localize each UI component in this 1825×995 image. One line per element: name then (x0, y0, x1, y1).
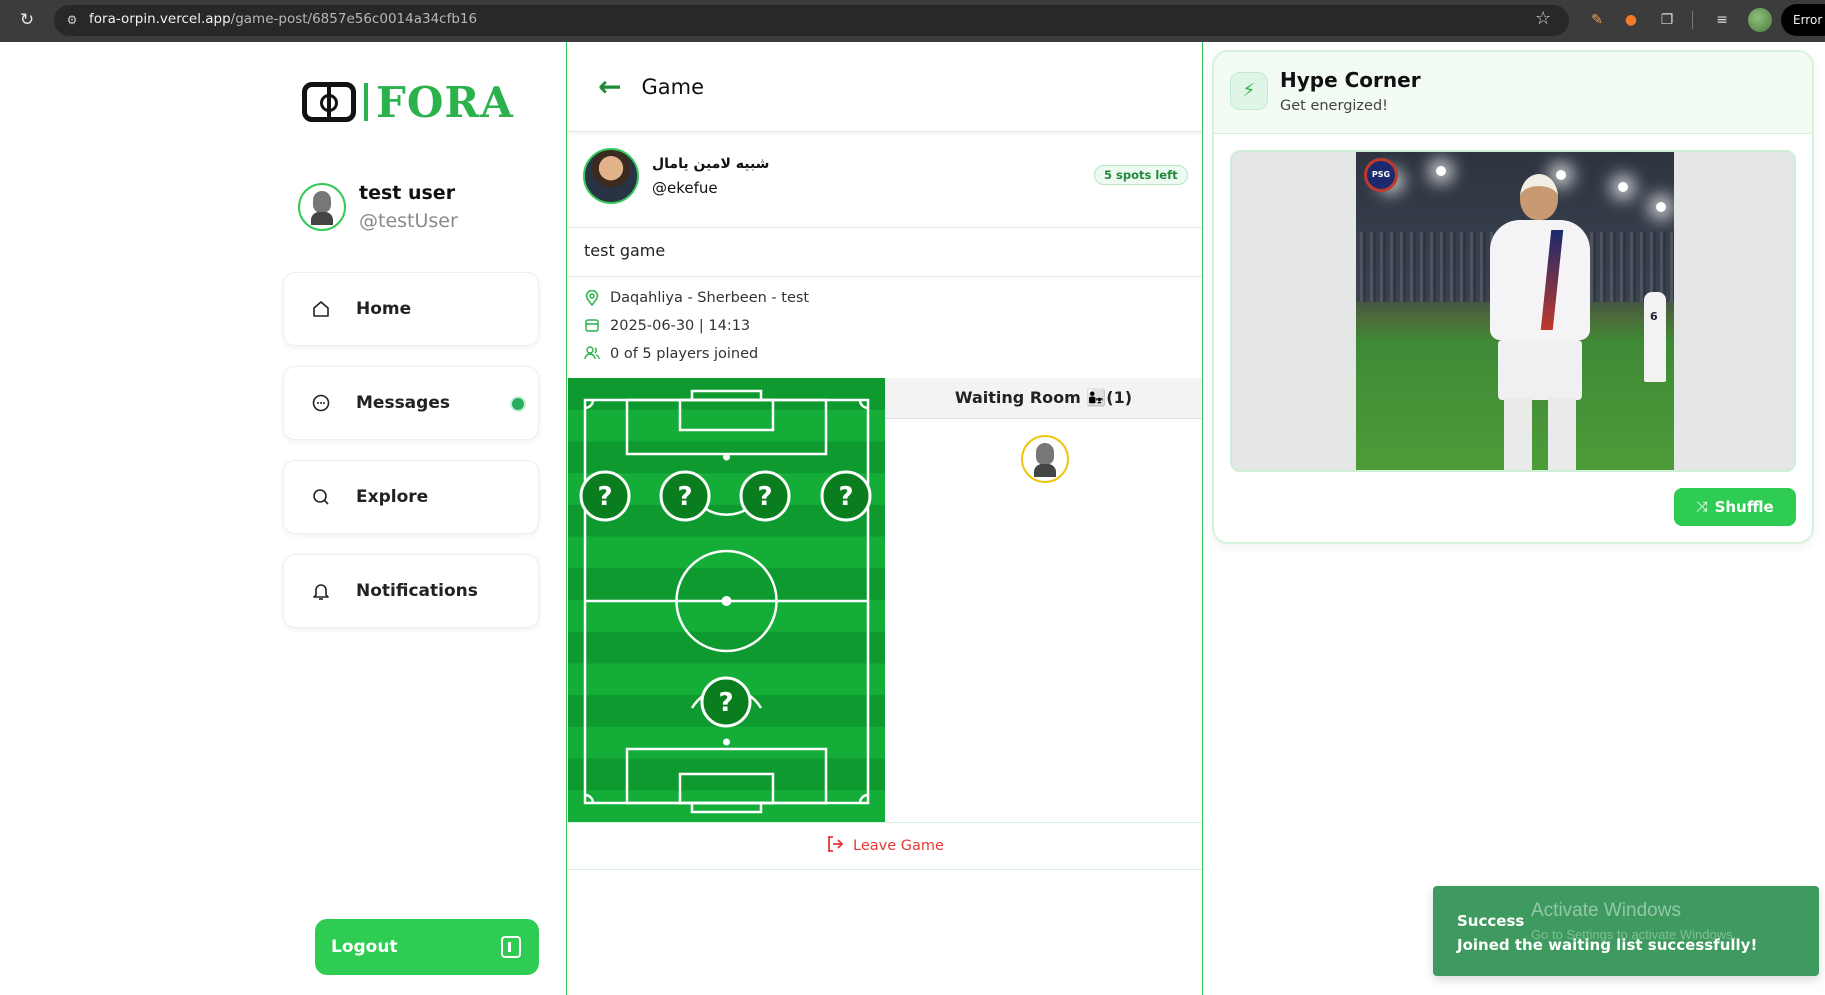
extensions-puzzle-icon[interactable]: ❐ (1656, 9, 1678, 31)
browser-toolbar: ↻ ⚙ fora-orpin.vercel.app/game-post/6857… (0, 0, 1825, 42)
waiting-player-avatar[interactable] (1021, 435, 1069, 483)
nav-item-explore[interactable]: Explore (283, 460, 539, 534)
logo-text: FORA (376, 77, 514, 127)
player-slot[interactable]: ? (739, 470, 791, 522)
slot-question-mark: ? (757, 482, 772, 512)
user-silhouette-icon (311, 189, 333, 225)
players-text: 0 of 5 players joined (610, 346, 759, 362)
pen-extension-icon[interactable]: ✎ (1586, 9, 1608, 31)
datetime-text: 2025-06-30 | 14:13 (610, 318, 751, 334)
game-header: ← Game (568, 42, 1202, 132)
logo-divider (364, 83, 368, 121)
pitch-logo-icon (302, 82, 356, 122)
player-slot[interactable]: ? (659, 470, 711, 522)
profile-avatar[interactable] (1748, 8, 1772, 32)
windows-watermark-title: Activate Windows (1531, 900, 1681, 921)
current-user[interactable]: test user @testUser (298, 182, 458, 232)
shuffle-button[interactable]: ⤨ Shuffle (1674, 488, 1796, 526)
page-title: Game (641, 74, 704, 99)
club-crest-icon: PSG (1364, 158, 1398, 192)
nav-item-messages[interactable]: Messages (283, 366, 539, 440)
background-player (1644, 292, 1666, 382)
hype-title: Hype Corner (1280, 68, 1421, 92)
leave-game-label: Leave Game (853, 838, 944, 854)
user-handle: @testUser (359, 210, 458, 232)
nav-item-home[interactable]: Home (283, 272, 539, 346)
player-slot[interactable]: ? (579, 470, 631, 522)
bell-icon (308, 578, 334, 604)
nav-label: Explore (356, 487, 429, 507)
nav-label: Notifications (356, 581, 478, 601)
user-name: test user (359, 182, 456, 204)
logout-icon (501, 936, 521, 958)
user-silhouette-icon (1034, 441, 1056, 477)
player-slot[interactable]: ? (820, 470, 872, 522)
logout-button[interactable]: Logout (315, 919, 539, 975)
hype-header: ⚡ Hype Corner Get energized! (1214, 52, 1812, 134)
unread-indicator (512, 398, 524, 410)
waiting-room: Waiting Room 👨‍👧(1) (885, 378, 1202, 822)
error-badge[interactable]: Error (1781, 4, 1825, 36)
player-figure (1480, 174, 1600, 470)
game-location: Daqahliya - Sherbeen - test (584, 289, 810, 307)
hype-subtitle: Get energized! (1280, 98, 1388, 114)
windows-watermark-subtitle: Go to Settings to activate Windows. (1531, 927, 1737, 942)
nav-label: Messages (356, 393, 450, 413)
hype-photo: PSG 6 (1356, 152, 1674, 470)
waiting-room-title: Waiting Room 👨‍👧(1) (885, 378, 1202, 419)
game-panel: ← Game شبيه لامين يامال @ekefue 5 spots … (568, 42, 1203, 995)
shuffle-icon: ⤨ (1696, 499, 1708, 515)
bookmark-star-icon[interactable]: ☆ (1535, 8, 1551, 29)
toolbar-separator (1692, 11, 1693, 29)
avatar (298, 183, 346, 231)
slot-question-mark: ? (838, 482, 853, 512)
url-text[interactable]: fora-orpin.vercel.app/game-post/6857e56c… (89, 11, 477, 27)
leave-game-button[interactable]: Leave Game (568, 822, 1202, 870)
location-pin-icon (584, 289, 600, 307)
hype-image-frame: PSG 6 (1230, 150, 1796, 472)
slot-question-mark: ? (597, 482, 612, 512)
site-info-icon[interactable]: ⚙ (63, 11, 81, 29)
logout-label: Logout (331, 937, 398, 957)
player-slot[interactable]: ? (700, 676, 752, 728)
message-icon (308, 390, 334, 416)
shuffle-label: Shuffle (1714, 498, 1774, 516)
orange-extension-icon[interactable]: ● (1620, 9, 1642, 31)
toast-title: Success (1457, 912, 1525, 930)
slot-question-mark: ? (718, 688, 733, 718)
sidebar: FORA test user @testUser Home Messages E… (0, 42, 567, 995)
game-poster: شبيه لامين يامال @ekefue 5 spots left (568, 146, 1202, 228)
divider (568, 276, 1202, 277)
slot-question-mark: ? (677, 482, 692, 512)
nav-label: Home (356, 299, 412, 319)
game-datetime: 2025-06-30 | 14:13 (584, 318, 750, 334)
fora-logo[interactable]: FORA (302, 77, 514, 127)
hype-corner-card: ⚡ Hype Corner Get energized! PSG 6 (1212, 50, 1814, 544)
reload-icon[interactable]: ↻ (16, 9, 38, 31)
back-arrow-icon[interactable]: ← (598, 70, 621, 103)
game-players: 0 of 5 players joined (584, 346, 758, 362)
poster-name[interactable]: شبيه لامين يامال (652, 156, 769, 172)
calendar-icon (584, 318, 600, 334)
nav-item-notifications[interactable]: Notifications (283, 554, 539, 628)
game-title: test game (584, 241, 666, 260)
lightning-icon: ⚡ (1230, 72, 1268, 110)
pitch-graphic: ????? (568, 378, 885, 823)
users-icon (584, 346, 600, 362)
spots-left-badge: 5 spots left (1094, 165, 1188, 185)
media-queue-icon[interactable]: ≡ (1711, 9, 1733, 31)
home-icon (308, 296, 334, 322)
logout-arrow-icon (826, 835, 844, 858)
search-icon (308, 484, 334, 510)
poster-handle[interactable]: @ekefue (652, 179, 718, 197)
poster-avatar[interactable] (583, 148, 639, 204)
shirt-number: 6 (1650, 310, 1658, 323)
location-text: Daqahliya - Sherbeen - test (610, 290, 810, 306)
pitch: ????? (568, 378, 885, 823)
